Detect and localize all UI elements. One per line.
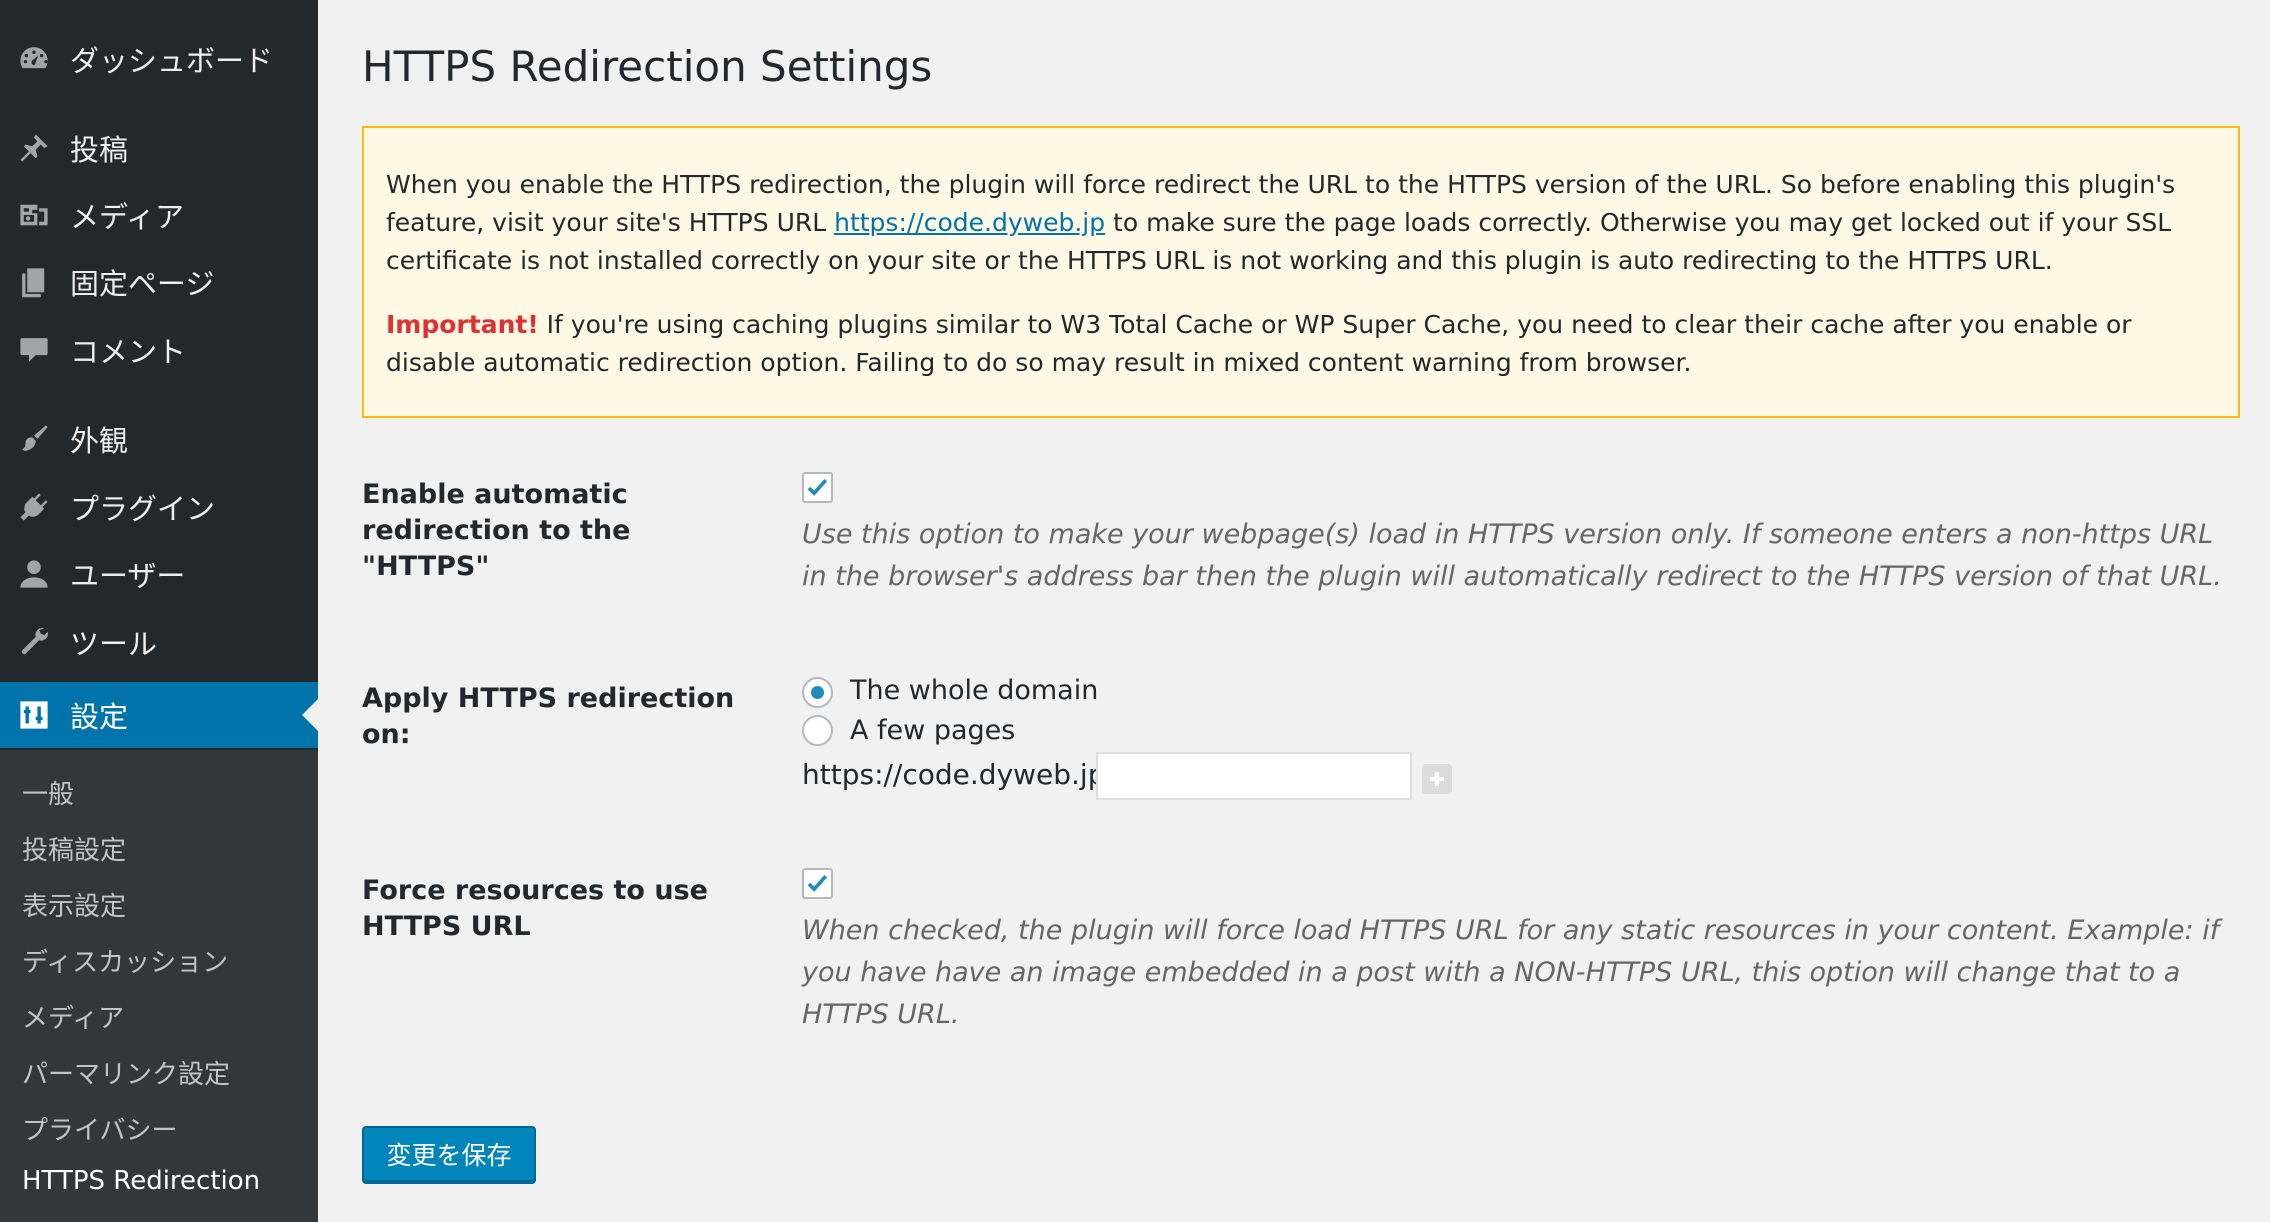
auto-redirect-description: Use this option to make your webpage(s) … [802,519,2222,592]
force-resources-checkbox[interactable] [802,868,833,899]
plus-icon [1430,772,1444,786]
sidebar-item-label: ダッシュボード [70,44,274,78]
sidebar-item-settings[interactable]: 設定 [0,682,318,748]
radio-selected-dot [811,686,824,699]
notice-paragraph: When you enable the HTTPS redirection, t… [386,170,2176,275]
sidebar-item-posts[interactable]: 投稿 [0,115,318,181]
sidebar-item-label: 設定 [70,700,129,734]
submenu-item-privacy[interactable]: プライバシー [22,1110,177,1147]
paintbrush-icon [16,421,52,457]
pushpin-icon [16,130,52,166]
sidebar-item-pages[interactable]: 固定ページ [0,249,318,315]
site-https-link[interactable]: https://code.dyweb.jp [834,208,1105,237]
radio-few-pages-label: A few pages [850,715,1016,746]
sidebar-item-label: 固定ページ [70,267,215,301]
notice-important-paragraph: Important! If you're using caching plugi… [386,310,2132,377]
save-changes-button[interactable]: 変更を保存 [362,1126,536,1182]
sidebar-item-label: プラグイン [70,492,216,526]
media-icon [16,197,52,233]
apply-on-label: Apply HTTPS redirection on: [362,683,735,750]
url-prefix: https://code.dyweb.jp/ [802,758,1115,791]
submenu-item-permalinks[interactable]: パーマリンク設定 [22,1054,230,1091]
comment-icon [16,332,52,368]
checkmark-icon [807,478,827,496]
radio-whole-domain[interactable] [802,677,833,708]
sidebar-item-dashboard[interactable]: ダッシュボード [0,26,318,92]
warning-notice: When you enable the HTTPS redirection, t… [362,126,2240,418]
sidebar-item-tools[interactable]: ツール [0,609,318,675]
submenu-item-media[interactable]: メディア [22,998,124,1035]
settings-submenu: 一般 投稿設定 表示設定 ディスカッション メディア パーマリンク設定 プライバ… [0,750,318,1222]
submenu-item-https-redirection[interactable]: HTTPS Redirection [22,1166,260,1196]
sidebar-item-label: ユーザー [70,559,186,593]
checkmark-icon [807,874,827,892]
settings-icon [16,697,52,733]
radio-few-pages[interactable] [802,715,833,746]
sidebar-item-appearance[interactable]: 外観 [0,406,318,472]
sidebar-item-media[interactable]: メディア [0,182,318,248]
force-resources-label: Force resources to use HTTPS URL [362,875,708,942]
submenu-item-writing[interactable]: 投稿設定 [22,830,126,867]
sidebar-item-label: 投稿 [70,133,129,167]
sidebar-item-label: 外観 [70,424,129,458]
auto-redirect-label: Enable automatic redirection to the "HTT… [362,479,631,582]
sidebar-item-label: メディア [70,200,184,234]
main-content: HTTPS Redirection Settings When you enab… [318,0,2270,1222]
important-label: Important! [386,310,539,339]
sidebar-item-label: ツール [70,627,158,661]
dashboard-icon [16,41,52,77]
force-resources-description: When checked, the plugin will force load… [802,915,2220,1030]
user-icon [16,556,52,592]
page-title: HTTPS Redirection Settings [362,42,933,91]
sidebar-item-label: コメント [70,335,187,369]
pages-icon [16,264,52,300]
submenu-item-reading[interactable]: 表示設定 [22,886,126,923]
sidebar-item-comments[interactable]: コメント [0,317,318,383]
add-page-button[interactable] [1422,764,1452,794]
radio-whole-domain-label: The whole domain [850,675,1099,706]
submenu-item-general[interactable]: 一般 [22,774,74,811]
sidebar-item-plugins[interactable]: プラグイン [0,474,318,540]
sidebar-item-users[interactable]: ユーザー [0,541,318,607]
wrench-icon [16,624,52,660]
submenu-item-discussion[interactable]: ディスカッション [22,942,228,979]
admin-sidebar: ダッシュボード 投稿 メディア 固定ページ コメント 外観 プラグイン ユーザー… [0,0,318,1222]
plugin-icon [16,489,52,525]
auto-redirect-checkbox[interactable] [802,472,833,503]
page-path-input[interactable] [1096,752,1412,800]
